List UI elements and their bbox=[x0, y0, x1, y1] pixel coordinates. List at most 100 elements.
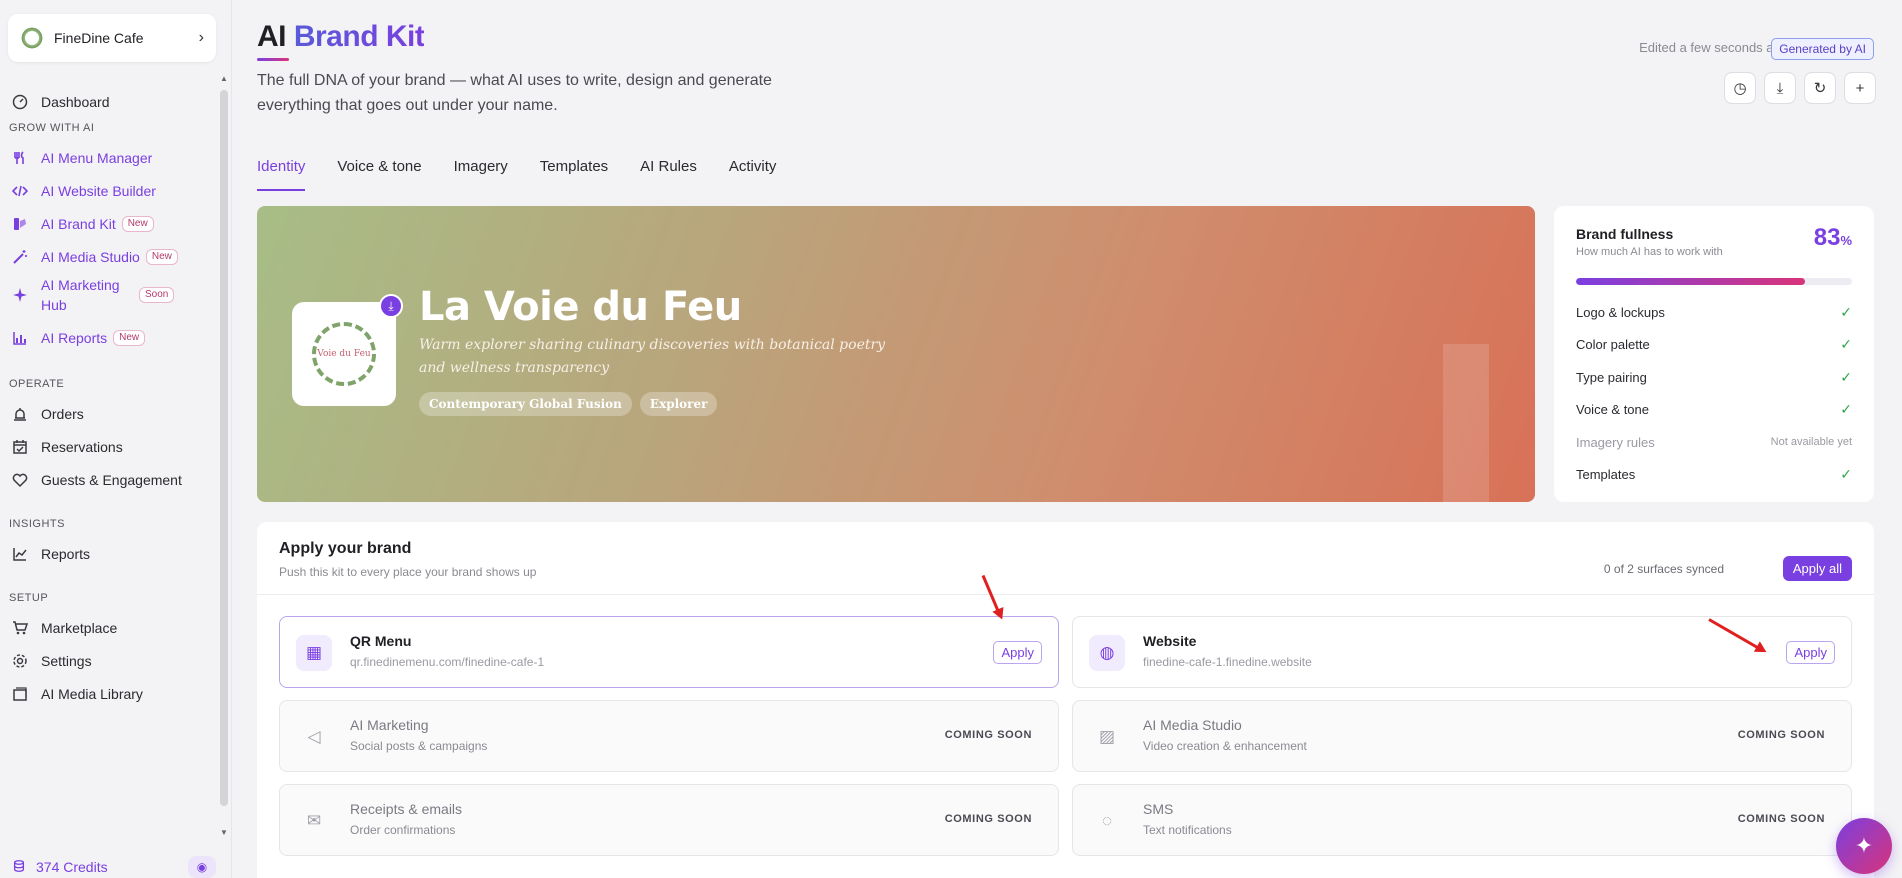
tab-imagery[interactable]: Imagery bbox=[438, 158, 524, 191]
main-content: AI Brand Kit The full DNA of your brand … bbox=[232, 0, 1902, 878]
surface-qr-menu: ▦ QR Menu qr.finedinemenu.com/finedine-c… bbox=[279, 616, 1059, 688]
tab-activity[interactable]: Activity bbox=[713, 158, 793, 191]
coming-soon-label: COMING SOON bbox=[944, 729, 1032, 741]
line-chart-icon bbox=[10, 544, 30, 564]
brand-chips: Contemporary Global Fusion Explorer bbox=[419, 392, 718, 416]
sidebar-item-ai-reports[interactable]: AI Reports New bbox=[0, 320, 216, 356]
check-row-logo: Logo & lockups ✓ bbox=[1576, 296, 1852, 329]
sidebar-item-guests-engagement[interactable]: Guests & Engagement bbox=[0, 462, 216, 498]
check-label: Voice & tone bbox=[1576, 402, 1649, 418]
refresh-icon: ↻ bbox=[1813, 80, 1827, 97]
fullness-checklist: Logo & lockups ✓ Color palette ✓ Type pair… bbox=[1576, 296, 1852, 491]
download-icon: ⤓ bbox=[1776, 79, 1784, 97]
chat-bubble-icon: ◌ bbox=[1101, 811, 1113, 830]
sidebar-item-ai-menu-manager[interactable]: AI Menu Manager bbox=[0, 140, 216, 176]
soon-badge: Soon bbox=[139, 287, 175, 303]
brand-logo-card[interactable]: Voie du Feu bbox=[292, 302, 396, 406]
tab-identity[interactable]: Identity bbox=[257, 158, 321, 191]
sidebar-item-label: Reports bbox=[41, 546, 91, 562]
section-label-setup: SETUP bbox=[9, 592, 49, 604]
surface-name: AI Marketing bbox=[350, 717, 429, 733]
surface-receipts-emails: ✉ Receipts & emails Order confirmations … bbox=[279, 784, 1059, 856]
sidebar-item-label: Marketplace bbox=[41, 620, 118, 636]
surface-name: SMS bbox=[1143, 801, 1174, 817]
cart-icon bbox=[10, 618, 30, 638]
sidebar-item-label: AI Media Library bbox=[41, 686, 143, 702]
scroll-up-arrow[interactable]: ▲ bbox=[220, 74, 228, 83]
sidebar-item-ai-media-studio[interactable]: AI Media Studio New bbox=[0, 239, 216, 275]
scroll-down-arrow[interactable]: ▼ bbox=[220, 828, 228, 837]
sidebar-item-label: Settings bbox=[41, 653, 92, 669]
not-available-label: Not available yet bbox=[1770, 436, 1852, 449]
apply-website-button[interactable]: Apply bbox=[1786, 641, 1835, 664]
sidebar-item-ai-brand-kit[interactable]: AI Brand Kit New bbox=[0, 206, 216, 242]
coins-icon bbox=[12, 859, 26, 876]
brand-fullness-card: Brand fullness How much AI has to work w… bbox=[1554, 206, 1874, 502]
apply-all-button[interactable]: Apply all bbox=[1782, 556, 1852, 581]
eye-icon[interactable]: ◉ bbox=[188, 856, 216, 878]
restaurant-logo bbox=[20, 26, 44, 50]
surface-desc: Social posts & campaigns bbox=[350, 739, 488, 753]
coming-soon-label: COMING SOON bbox=[1737, 729, 1825, 741]
surface-url: qr.finedinemenu.com/finedine-cafe-1 bbox=[350, 655, 545, 669]
ai-assistant-button[interactable]: ✦ bbox=[1836, 818, 1892, 874]
sidebar-item-orders[interactable]: Orders bbox=[0, 396, 216, 432]
divider bbox=[257, 594, 1874, 595]
sparkle-icon: ✦ bbox=[1854, 833, 1874, 858]
brand-hero: Voie du Feu ⤓ La Voie du Feu Warm explor… bbox=[257, 206, 1535, 502]
download-button[interactable]: ⤓ bbox=[1764, 72, 1796, 104]
tab-ai-rules[interactable]: AI Rules bbox=[624, 158, 713, 191]
credits[interactable]: 374 Credits ◉ bbox=[0, 856, 216, 878]
history-button[interactable]: ◷ bbox=[1724, 72, 1756, 104]
sidebar-item-label: Orders bbox=[41, 406, 84, 422]
sidebar-item-ai-marketing-hub[interactable]: AI Marketing Hub Soon bbox=[0, 272, 216, 318]
check-label: Templates bbox=[1576, 467, 1636, 483]
chevron-right-icon: › bbox=[198, 29, 204, 46]
surface-name: QR Menu bbox=[350, 633, 412, 649]
restaurant-name: FineDine Cafe bbox=[54, 30, 144, 46]
sidebar-scrollbar[interactable] bbox=[220, 90, 228, 806]
add-button[interactable]: + bbox=[1844, 72, 1876, 104]
sidebar-item-dashboard[interactable]: Dashboard bbox=[0, 84, 216, 120]
bell-icon bbox=[10, 404, 30, 424]
code-icon bbox=[10, 181, 30, 201]
logo-download-icon[interactable]: ⤓ bbox=[379, 294, 403, 318]
title-prefix: AI bbox=[257, 20, 287, 53]
gear-icon bbox=[10, 651, 30, 671]
calendar-icon bbox=[10, 437, 30, 457]
sidebar-item-marketplace[interactable]: Marketplace bbox=[0, 610, 216, 646]
brand-logo: Voie du Feu bbox=[312, 322, 376, 386]
apply-subtitle: Push this kit to every place your brand … bbox=[279, 565, 537, 579]
tab-templates[interactable]: Templates bbox=[524, 158, 624, 191]
surface-name: AI Media Studio bbox=[1143, 717, 1242, 733]
surface-desc: Order confirmations bbox=[350, 823, 456, 837]
new-badge: New bbox=[145, 249, 178, 265]
surface-url: finedine-cafe-1.finedine.website bbox=[1143, 655, 1312, 669]
check-label: Imagery rules bbox=[1576, 434, 1655, 450]
sidebar-item-ai-media-library[interactable]: AI Media Library bbox=[0, 676, 216, 712]
check-row-color: Color palette ✓ bbox=[1576, 329, 1852, 362]
checkmark-icon: ✓ bbox=[1840, 303, 1852, 320]
edited-timestamp: Edited a few seconds ago bbox=[1639, 40, 1788, 55]
history-icon: ◷ bbox=[1733, 80, 1747, 97]
refresh-button[interactable]: ↻ bbox=[1804, 72, 1836, 104]
page-subtitle: The full DNA of your brand — what AI use… bbox=[257, 72, 772, 114]
sidebar-item-label: AI Reports bbox=[41, 330, 108, 346]
gauge-icon bbox=[10, 92, 30, 112]
tab-voice-tone[interactable]: Voice & tone bbox=[321, 158, 437, 191]
fullness-progress-bar bbox=[1576, 278, 1852, 285]
sidebar-item-reports[interactable]: Reports bbox=[0, 536, 216, 572]
checkmark-icon: ✓ bbox=[1840, 401, 1852, 418]
apply-qr-menu-button[interactable]: Apply bbox=[993, 641, 1042, 664]
brand-tagline: Warm explorer sharing culinary discoveri… bbox=[419, 337, 886, 376]
sidebar-item-label: Guests & Engagement bbox=[41, 472, 182, 488]
surface-website: ◍ Website finedine-cafe-1.finedine.websi… bbox=[1072, 616, 1852, 688]
checkmark-icon: ✓ bbox=[1840, 336, 1852, 353]
sidebar-item-ai-website-builder[interactable]: AI Website Builder bbox=[0, 173, 216, 209]
coming-soon-label: COMING SOON bbox=[1737, 813, 1825, 825]
tab-bar: Identity Voice & tone Imagery Templates … bbox=[257, 158, 792, 191]
restaurant-switcher[interactable]: FineDine Cafe › bbox=[8, 14, 216, 62]
sidebar-item-reservations[interactable]: Reservations bbox=[0, 429, 216, 465]
check-label: Type pairing bbox=[1576, 369, 1647, 385]
sidebar-item-settings[interactable]: Settings bbox=[0, 643, 216, 679]
